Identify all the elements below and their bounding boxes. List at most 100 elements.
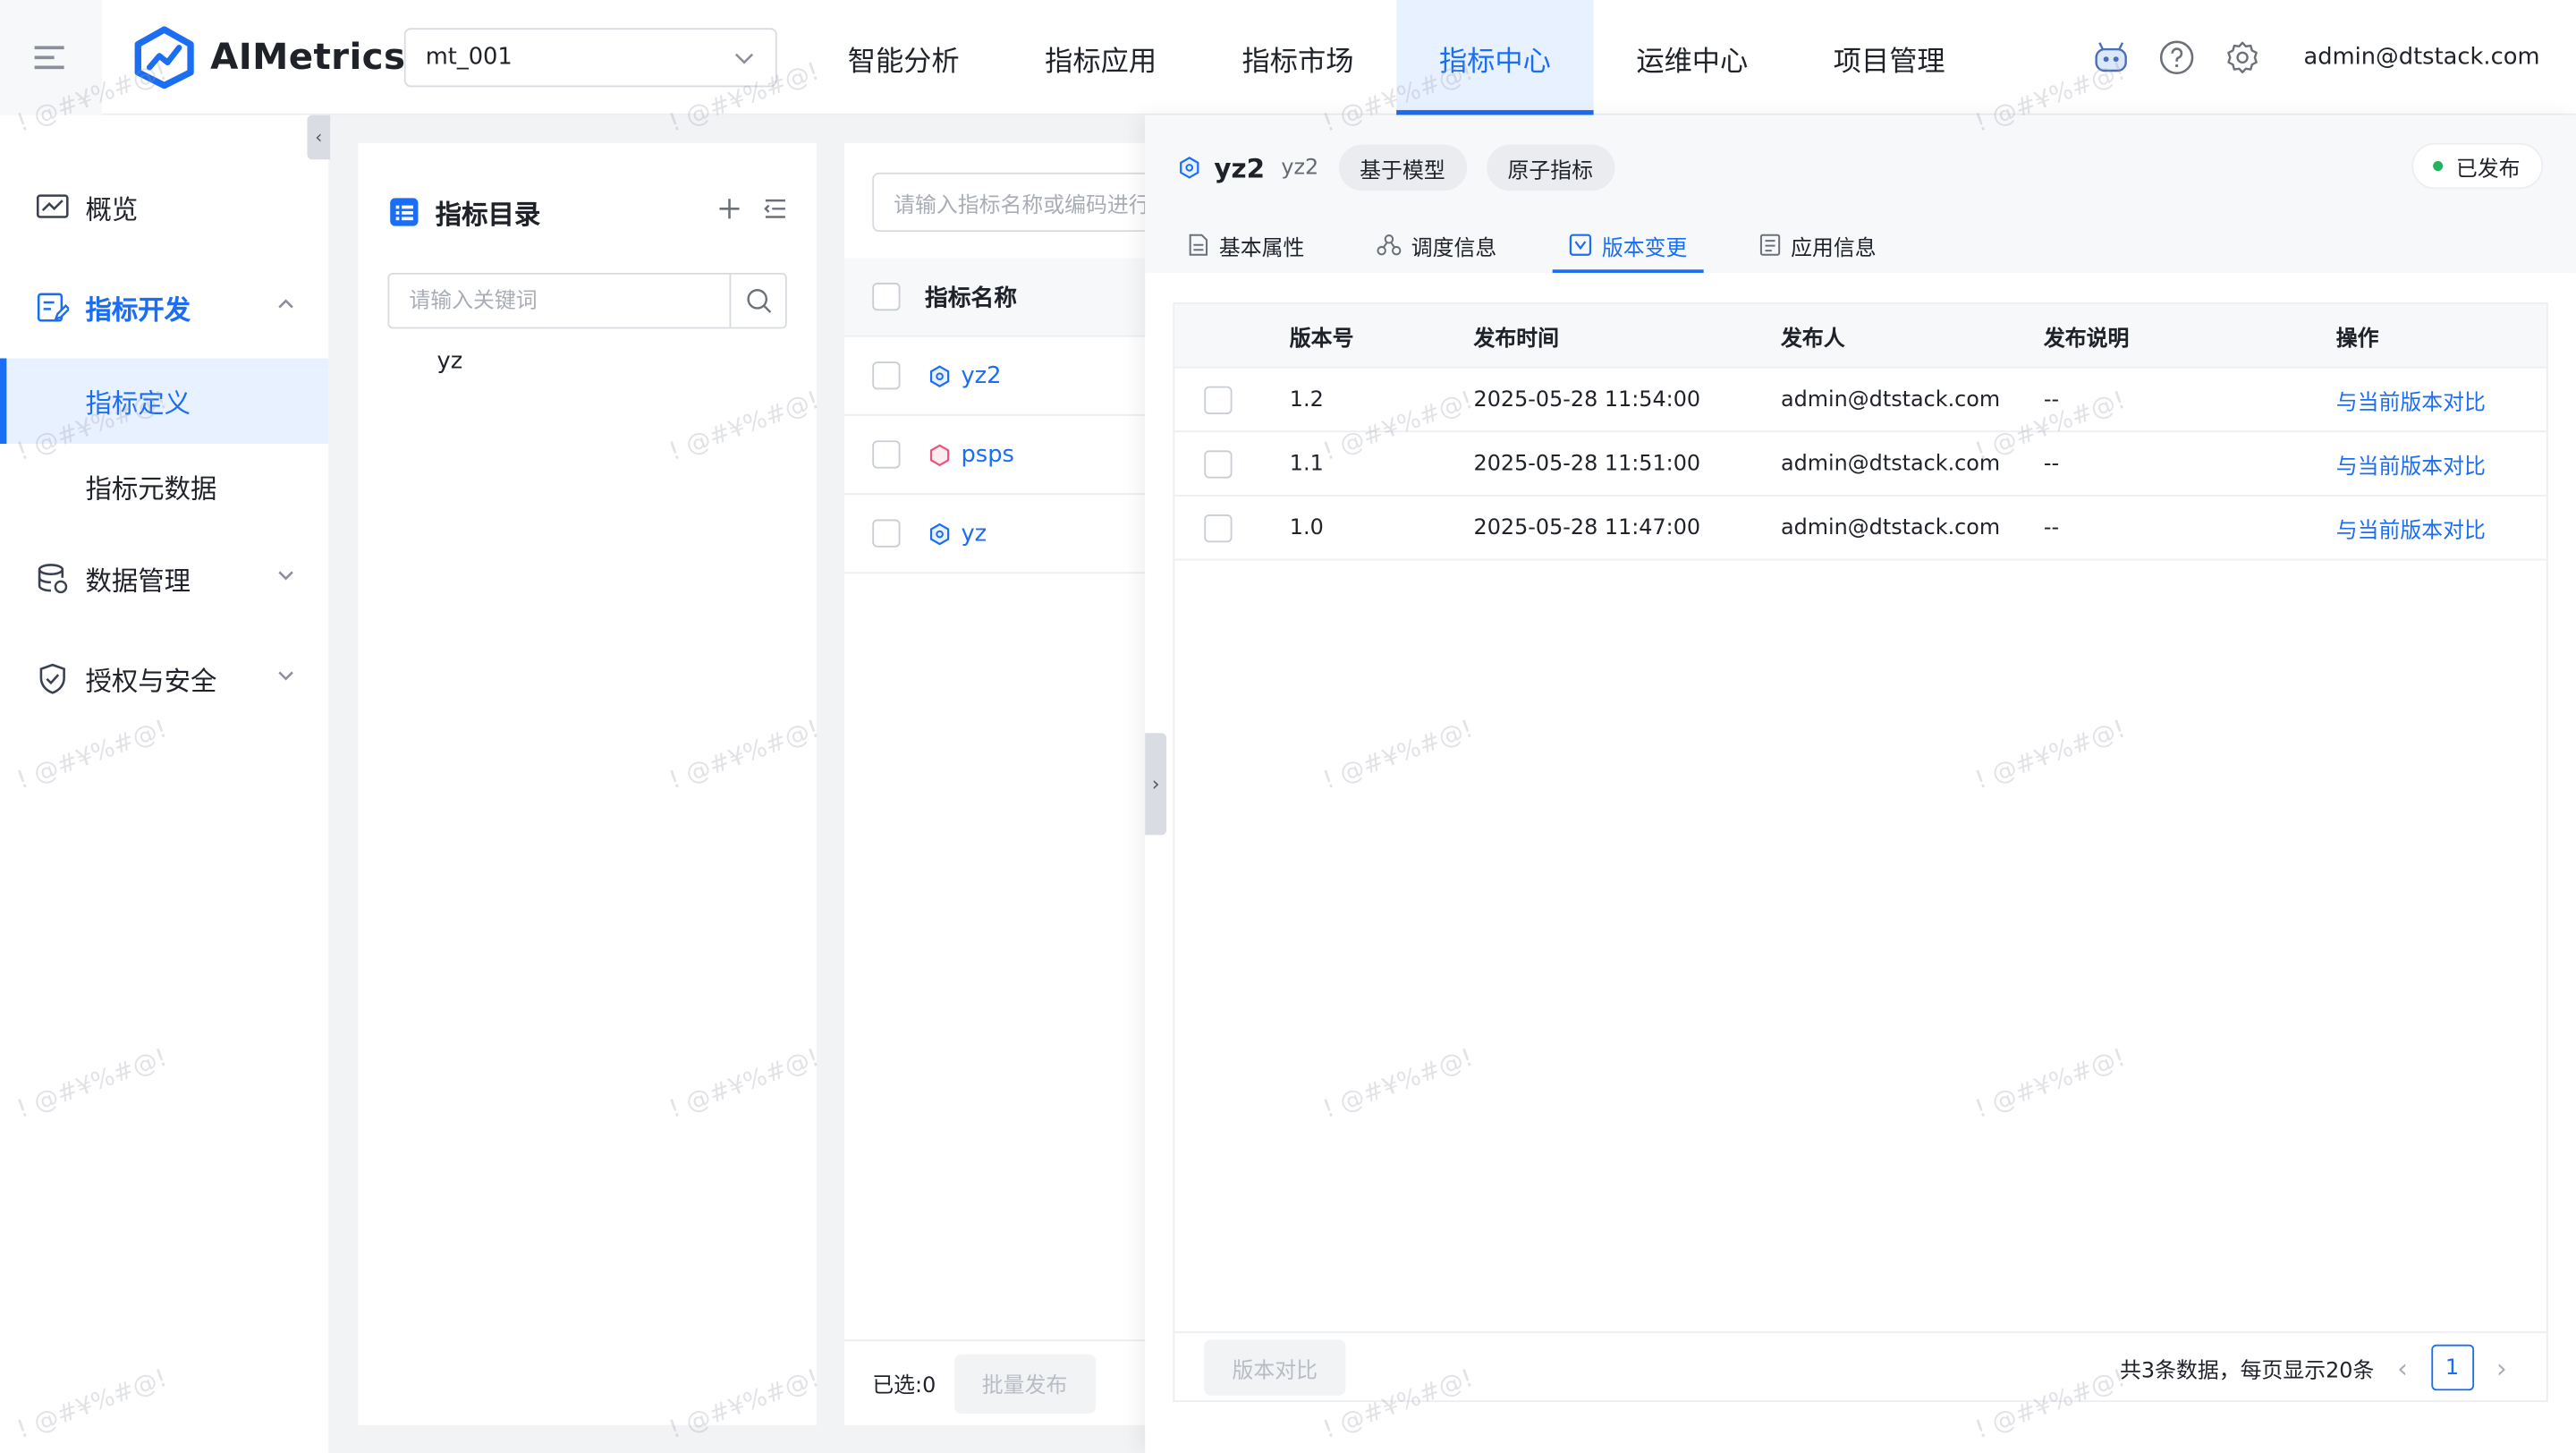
metric-list-footer: 已选:0 批量发布 bbox=[844, 1339, 1174, 1425]
main-nav: 智能分析 指标应用 指标市场 指标中心 运维中心 项目管理 bbox=[805, 0, 1987, 115]
list-item[interactable]: yz2 bbox=[844, 337, 1174, 416]
row-checkbox[interactable] bbox=[1204, 386, 1233, 414]
tree-node[interactable]: yz bbox=[437, 348, 463, 374]
chevron-right-icon[interactable]: › bbox=[2496, 1352, 2507, 1383]
model-metric-icon bbox=[928, 364, 952, 387]
metric-name-link[interactable]: yz bbox=[961, 520, 987, 546]
status-dot-icon bbox=[2433, 161, 2444, 172]
metric-name: yz2 bbox=[1214, 151, 1266, 183]
row-checkbox[interactable] bbox=[872, 440, 901, 469]
add-icon[interactable] bbox=[718, 197, 741, 220]
publish-time-cell: 2025-05-28 11:54:00 bbox=[1473, 387, 1701, 413]
version-table: 版本号 发布时间 发布人 发布说明 操作 1.2 2025-05-28 11:5… bbox=[1173, 302, 2548, 1403]
version-compare-button[interactable]: 版本对比 bbox=[1204, 1339, 1346, 1396]
logo-icon bbox=[134, 26, 194, 89]
sidebar-item-metric-definition[interactable]: 指标定义 bbox=[0, 358, 329, 445]
version-cell: 1.2 bbox=[1289, 387, 1324, 413]
shield-icon bbox=[39, 663, 65, 694]
table-row: 1.0 2025-05-28 11:47:00 admin@dtstack.co… bbox=[1174, 497, 2546, 561]
model-metric-icon bbox=[1180, 157, 1199, 179]
metric-list-header: 指标名称 bbox=[844, 258, 1174, 337]
app-logo[interactable]: AIMetrics bbox=[131, 26, 405, 89]
nav-item-intelligent-analysis[interactable]: 智能分析 bbox=[805, 0, 1002, 115]
version-table-header: 版本号 发布时间 发布人 发布说明 操作 bbox=[1174, 303, 2546, 369]
nav-item-metric-application[interactable]: 指标应用 bbox=[1002, 0, 1199, 115]
row-checkbox[interactable] bbox=[1204, 514, 1233, 543]
row-checkbox[interactable] bbox=[872, 361, 901, 390]
chevron-down-icon bbox=[278, 671, 293, 681]
database-icon bbox=[38, 564, 68, 594]
version-icon bbox=[1569, 234, 1592, 256]
project-select-value: mt_001 bbox=[425, 44, 513, 71]
robot-icon[interactable] bbox=[2093, 39, 2129, 75]
column-header-version: 版本号 bbox=[1289, 327, 1354, 353]
metric-search-input[interactable]: 请输入指标名称或编码进行 bbox=[872, 172, 1174, 233]
batch-publish-button[interactable]: 批量发布 bbox=[953, 1353, 1096, 1413]
metric-name-link[interactable]: psps bbox=[961, 441, 1013, 467]
pagination-summary: 共3条数据，每页显示20条 bbox=[2120, 1358, 2375, 1383]
compare-with-current-link[interactable]: 与当前版本对比 bbox=[2336, 369, 2486, 433]
version-table-footer: 版本对比 共3条数据，每页显示20条 ‹ 1 › bbox=[1173, 1331, 2548, 1403]
compare-with-current-link[interactable]: 与当前版本对比 bbox=[2336, 432, 2486, 497]
sidebar-item-overview[interactable]: 概览 bbox=[0, 165, 328, 251]
atomic-metric-icon bbox=[928, 443, 952, 466]
model-metric-icon bbox=[928, 522, 952, 545]
publisher-cell: admin@dtstack.com bbox=[1780, 452, 2001, 477]
chevron-left-icon: ‹ bbox=[315, 126, 323, 149]
directory-search-button[interactable] bbox=[729, 274, 784, 327]
publisher-cell: admin@dtstack.com bbox=[1780, 515, 2001, 541]
list-item[interactable]: psps bbox=[844, 416, 1174, 495]
settings-icon[interactable] bbox=[2224, 39, 2260, 75]
sidebar-item-data-management[interactable]: 数据管理 bbox=[0, 536, 328, 622]
column-header-publisher: 发布人 bbox=[1780, 327, 1845, 353]
version-cell: 1.0 bbox=[1289, 515, 1324, 541]
collapse-tree-icon[interactable] bbox=[764, 197, 787, 220]
row-checkbox[interactable] bbox=[872, 519, 901, 548]
chevron-up-icon bbox=[278, 299, 293, 309]
compare-with-current-link[interactable]: 与当前版本对比 bbox=[2336, 497, 2486, 561]
table-row: 1.1 2025-05-28 11:51:00 admin@dtstack.co… bbox=[1174, 432, 2546, 497]
list-icon bbox=[390, 198, 419, 226]
nav-item-project-management[interactable]: 项目管理 bbox=[1791, 0, 1987, 115]
hamburger-icon bbox=[34, 46, 64, 70]
chevron-left-icon[interactable]: ‹ bbox=[2397, 1352, 2408, 1383]
tab-schedule-info[interactable]: 调度信息 bbox=[1360, 217, 1513, 272]
user-account[interactable]: admin@dtstack.com bbox=[2303, 45, 2539, 71]
tab-version-changes[interactable]: 版本变更 bbox=[1552, 217, 1704, 273]
search-icon bbox=[746, 289, 771, 313]
column-header-actions: 操作 bbox=[2335, 327, 2379, 353]
menu-toggle-button[interactable] bbox=[0, 0, 102, 115]
help-icon[interactable] bbox=[2159, 39, 2195, 75]
directory-search bbox=[387, 272, 787, 329]
project-select[interactable]: mt_001 bbox=[403, 28, 777, 88]
metric-name-link[interactable]: yz2 bbox=[961, 362, 1001, 388]
publish-time-cell: 2025-05-28 11:47:00 bbox=[1473, 515, 1701, 541]
nav-item-metric-market[interactable]: 指标市场 bbox=[1199, 0, 1396, 115]
list-item[interactable]: yz bbox=[844, 495, 1174, 574]
publish-note-cell: -- bbox=[2043, 515, 2060, 541]
metric-detail-drawer: yz2 yz2 基于模型 原子指标 已发布 基本属性 调度信息 版本变更 应用信… bbox=[1145, 115, 2576, 1453]
directory-title: 指标目录 bbox=[389, 192, 540, 232]
sidebar-collapse-button[interactable]: ‹ bbox=[307, 115, 331, 160]
directory-search-input[interactable] bbox=[389, 274, 730, 327]
drawer-title: yz2 yz2 基于模型 原子指标 bbox=[1178, 144, 1614, 191]
nav-item-metric-center[interactable]: 指标中心 bbox=[1396, 0, 1594, 115]
tab-basic-properties[interactable]: 基本属性 bbox=[1172, 217, 1321, 272]
publish-time-cell: 2025-05-28 11:51:00 bbox=[1473, 452, 1701, 477]
sidebar-item-metric-metadata[interactable]: 指标元数据 bbox=[0, 444, 328, 530]
row-checkbox[interactable] bbox=[1204, 450, 1233, 479]
status-badge: 已发布 bbox=[2411, 142, 2544, 190]
select-all-checkbox[interactable] bbox=[872, 282, 901, 311]
overview-icon bbox=[36, 194, 69, 218]
tab-application-info[interactable]: 应用信息 bbox=[1743, 217, 1893, 272]
pagination: 共3条数据，每页显示20条 ‹ 1 › bbox=[2120, 1344, 2507, 1391]
page-number-button[interactable]: 1 bbox=[2430, 1344, 2474, 1391]
table-row: 1.2 2025-05-28 11:54:00 admin@dtstack.co… bbox=[1174, 369, 2546, 433]
nav-item-ops-center[interactable]: 运维中心 bbox=[1594, 0, 1791, 115]
column-header-publish-note: 发布说明 bbox=[2043, 327, 2130, 353]
sidebar-item-auth-security[interactable]: 授权与安全 bbox=[0, 636, 328, 722]
metric-code: yz2 bbox=[1281, 155, 1319, 181]
sidebar-item-metric-dev[interactable]: 指标开发 bbox=[0, 265, 328, 351]
directory-actions bbox=[718, 197, 787, 220]
drawer-collapse-handle[interactable]: › bbox=[1145, 733, 1167, 836]
